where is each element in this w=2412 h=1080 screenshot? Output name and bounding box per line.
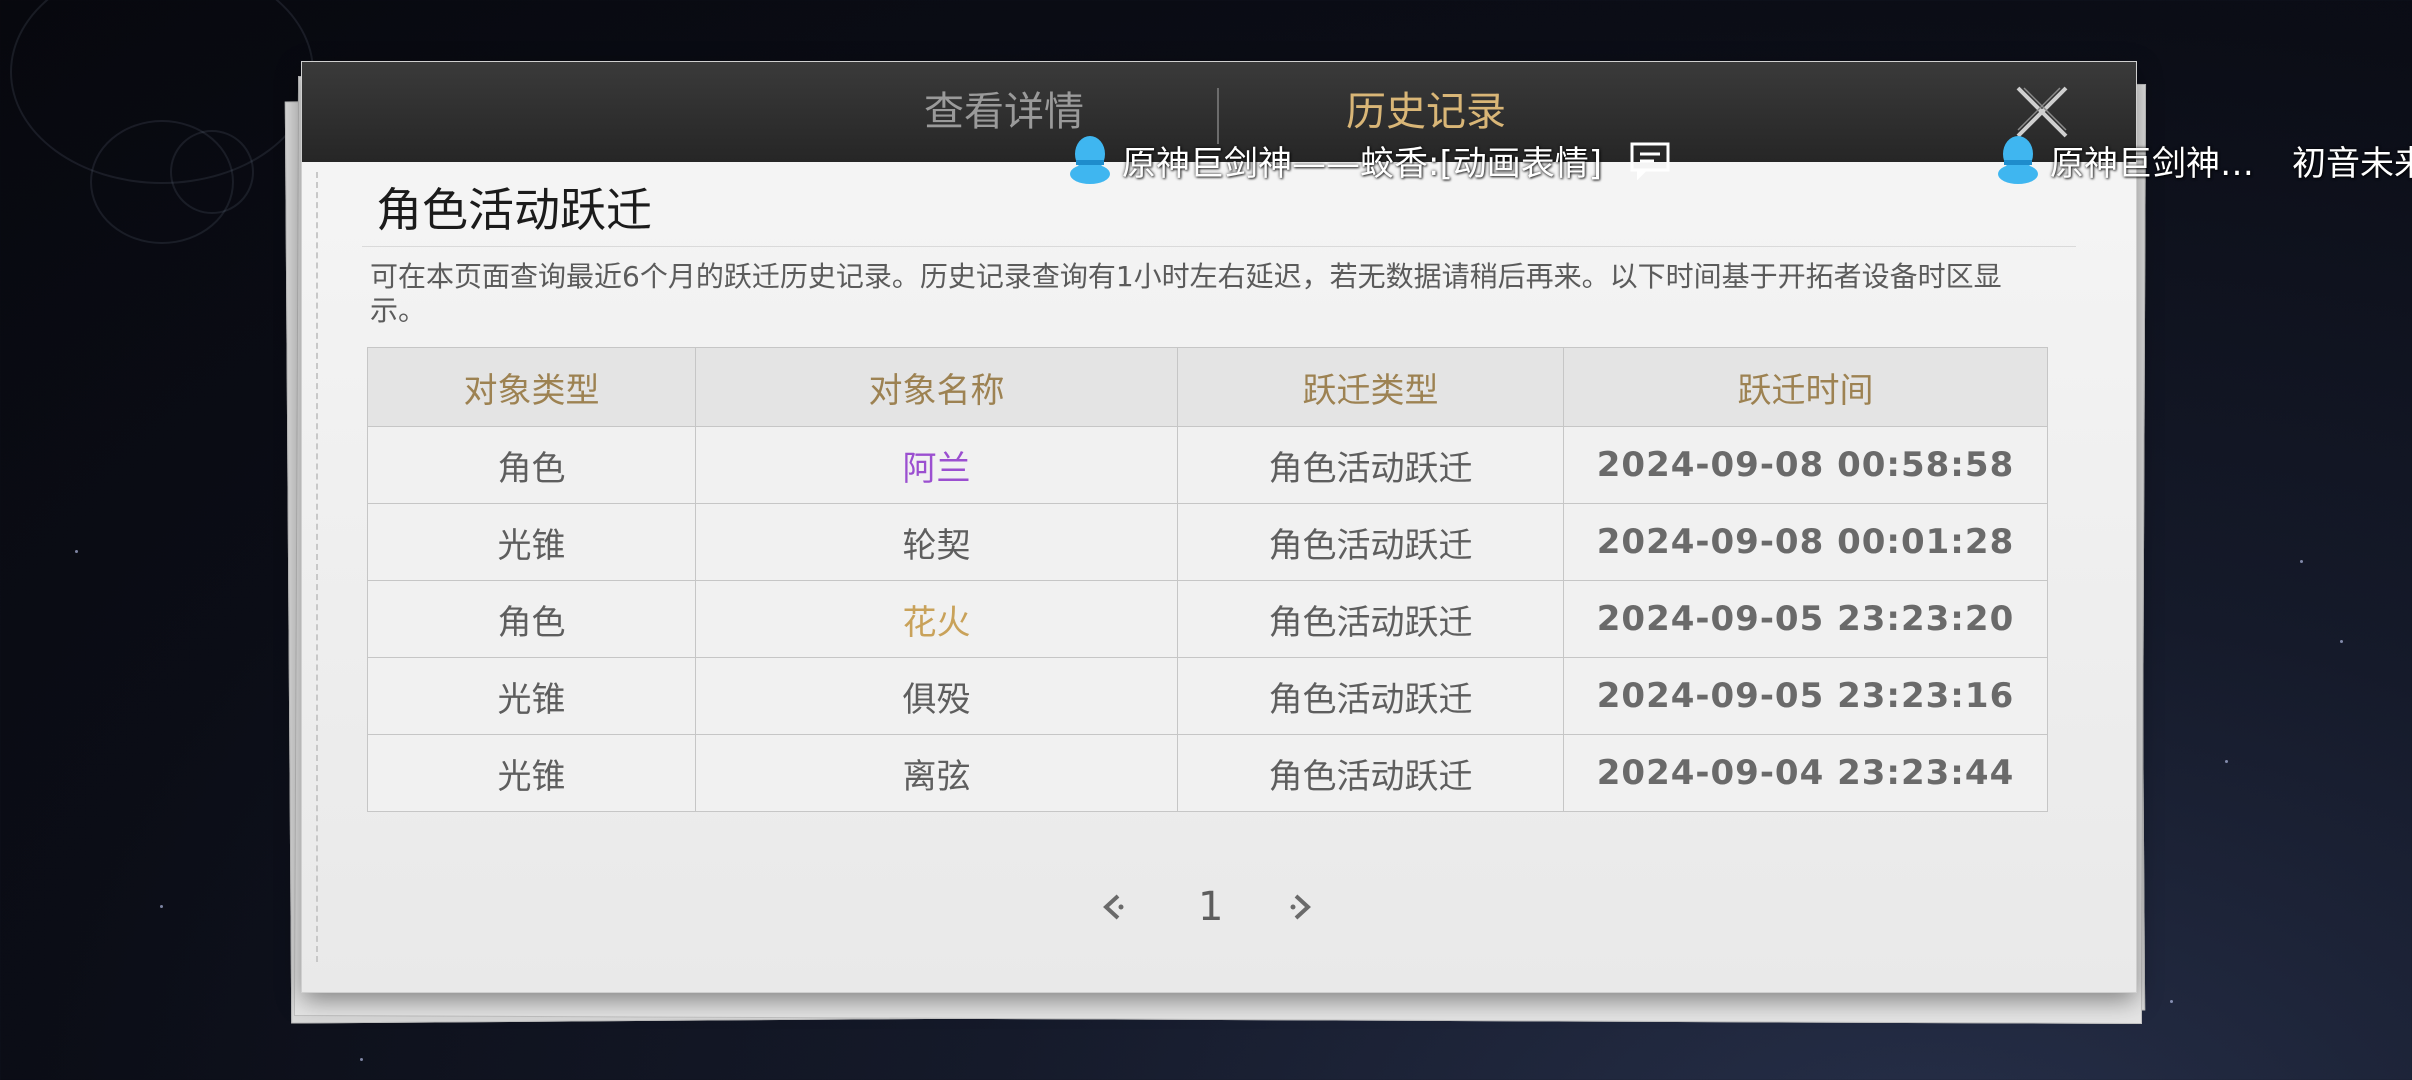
page-number: 1 (1198, 884, 1224, 930)
cell-warp-time: 2024-09-05 23:23:20 (1563, 580, 2048, 658)
history-panel: 查看详情 历史记录 角色活动跃迁 可在本页面查询最近6个月的跃迁历史记录。历史记… (302, 62, 2136, 992)
title-divider (362, 246, 2076, 247)
next-page-button[interactable] (1282, 882, 1322, 932)
cell-warp-time: 2024-09-04 23:23:44 (1563, 734, 2048, 812)
table-row: 光锥 轮契 角色活动跃迁 2024-09-08 00:01:28 (367, 503, 2048, 581)
cell-object-type: 光锥 (367, 734, 696, 812)
cell-object-name: 阿兰 (695, 426, 1178, 504)
section-description: 可在本页面查询最近6个月的跃迁历史记录。历史记录查询有1小时左右延迟，若无数据请… (370, 260, 2002, 327)
header-object-name: 对象名称 (695, 347, 1178, 427)
danmaku-text: 原神巨剑神… (2050, 143, 2254, 184)
danmaku-comment: 初音未来 (2292, 132, 2412, 188)
reply-icon (1630, 142, 1670, 180)
cell-object-type: 光锥 (367, 503, 696, 581)
danmaku-comment: 原神巨剑神——蛟香:[动画表情] (1068, 132, 1674, 188)
qq-penguin-icon (1070, 136, 1110, 184)
cell-object-type: 角色 (367, 426, 696, 504)
danmaku-text: 初音未来 (2292, 143, 2412, 184)
prev-page-button[interactable] (1092, 882, 1132, 932)
cell-object-name: 离弦 (695, 734, 1178, 812)
chevron-right-icon (1290, 894, 1311, 920)
cell-warp-type: 角色活动跃迁 (1177, 734, 1564, 812)
header-object-type: 对象类型 (367, 347, 696, 427)
table-row: 角色 花火 角色活动跃迁 2024-09-05 23:23:20 (367, 580, 2048, 658)
danmaku-text: 原神巨剑神——蛟香:[动画表情] (1122, 143, 1602, 184)
cell-warp-time: 2024-09-08 00:01:28 (1563, 503, 2048, 581)
cell-object-type: 角色 (367, 580, 696, 658)
cell-warp-time: 2024-09-08 00:58:58 (1563, 426, 2048, 504)
cell-object-name: 花火 (695, 580, 1178, 658)
header-warp-type: 跃迁类型 (1177, 347, 1564, 427)
danmaku-comment: 原神巨剑神… (1996, 132, 2254, 188)
header-warp-time: 跃迁时间 (1563, 347, 2048, 427)
cell-warp-type: 角色活动跃迁 (1177, 426, 1564, 504)
table-row: 光锥 俱殁 角色活动跃迁 2024-09-05 23:23:16 (367, 657, 2048, 735)
tab-details[interactable]: 查看详情 (924, 84, 1084, 140)
cell-object-type: 光锥 (367, 657, 696, 735)
cell-object-name: 轮契 (695, 503, 1178, 581)
cell-warp-time: 2024-09-05 23:23:16 (1563, 657, 2048, 735)
table-row: 光锥 离弦 角色活动跃迁 2024-09-04 23:23:44 (367, 734, 2048, 812)
cell-object-name: 俱殁 (695, 657, 1178, 735)
chevron-left-icon (1103, 894, 1124, 920)
qq-penguin-icon (1998, 136, 2038, 184)
table-header-row: 对象类型 对象名称 跃迁类型 跃迁时间 (367, 347, 2048, 427)
warp-history-table: 对象类型 对象名称 跃迁类型 跃迁时间 角色 阿兰 角色活动跃迁 2024-09… (367, 347, 2048, 812)
cell-warp-type: 角色活动跃迁 (1177, 657, 1564, 735)
table-row: 角色 阿兰 角色活动跃迁 2024-09-08 00:58:58 (367, 426, 2048, 504)
cell-warp-type: 角色活动跃迁 (1177, 503, 1564, 581)
section-title: 角色活动跃迁 (376, 183, 652, 237)
cell-warp-type: 角色活动跃迁 (1177, 580, 1564, 658)
